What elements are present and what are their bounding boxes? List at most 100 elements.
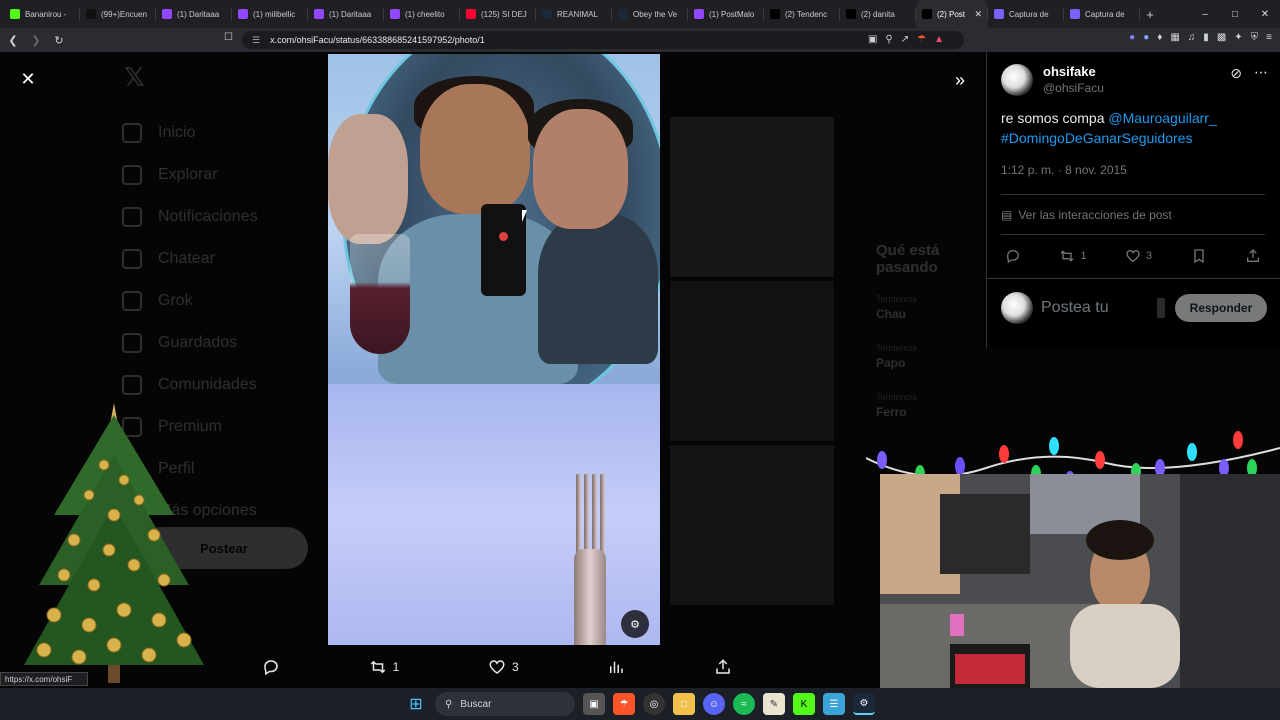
browser-tab[interactable]: (1) Daritaaa [308,0,384,28]
tweet-author[interactable]: ohsifake @ohsiFacu [1001,64,1104,96]
tweet-photo[interactable]: ⚙ [328,54,660,645]
like-button[interactable]: 3 [1125,248,1152,264]
image-alt-icon[interactable]: ⚙ [621,610,649,638]
x-logo-icon: 𝕏 [124,62,145,92]
browser-tab[interactable]: Bananirou - [4,0,80,28]
zoom-icon[interactable]: ⚲ [885,34,892,45]
bookmark-button[interactable] [1191,248,1207,264]
close-viewer-button[interactable]: ✕ [16,67,40,91]
like-button[interactable]: 3 [488,658,519,676]
file-explorer-icon[interactable]: □ [673,693,695,715]
brave-rewards-icon[interactable]: ▲ [934,34,944,45]
twitch-icon [694,9,704,19]
browser-tab[interactable]: Obey the Ve [612,0,688,28]
author-handle[interactable]: @ohsiFacu [1043,80,1104,96]
reply-input[interactable]: Postea tu [1041,299,1141,317]
back-icon[interactable]: ❮ [3,30,23,50]
notepad-icon[interactable]: ☰ [823,693,845,715]
views-button[interactable] [607,658,625,676]
reload-icon[interactable]: ↻ [49,30,69,50]
background-media-grid [670,117,834,609]
browser-tab[interactable]: (1) Daritaaa [156,0,232,28]
reply-button[interactable] [1005,248,1021,264]
browser-tab[interactable]: (2) danita [840,0,916,28]
kick-icon[interactable]: K [793,693,815,715]
cast-icon[interactable]: ▣ [868,34,877,45]
puzzle-icon[interactable]: ♦ [1157,32,1162,43]
app-icon[interactable]: ✎ [763,693,785,715]
collapse-panel-button[interactable]: » [948,68,972,92]
mention-link[interactable]: @Mauroaguilarr_ [1108,110,1216,126]
minimize-icon[interactable]: – [1190,0,1220,28]
browser-tab[interactable]: (2) Tendenc [764,0,840,28]
menu-icon[interactable]: ≡ [1266,32,1272,43]
divider [1001,194,1265,195]
x-icon [922,9,932,19]
avatar[interactable] [1001,64,1033,96]
share-button[interactable] [714,658,732,676]
divider [987,278,1280,279]
maximize-icon[interactable]: □ [1220,0,1250,28]
taskbar-search[interactable]: ⚲ Buscar [435,692,575,716]
retweet-button[interactable]: 1 [1059,248,1087,264]
photo-person [538,214,658,364]
hashtag-link[interactable]: #DomingoDeGanarSeguidores [1001,130,1192,146]
background-trends: Qué está pasando Tendencia Chau Tendencia P… [876,242,986,441]
browser-tab[interactable]: Captura de [988,0,1064,28]
site-settings-icon[interactable]: ☰ [252,35,260,46]
sidebar-icon[interactable]: ▮ [1203,32,1209,43]
reply-button[interactable] [262,658,280,676]
steam-icon[interactable]: ⚙ [853,693,875,715]
more-options-icon[interactable]: ⋯ [1254,64,1268,81]
photo-face [420,84,530,214]
browser-tab[interactable]: (1) milibellic [232,0,308,28]
wallet-icon[interactable]: ▩ [1217,32,1226,43]
brave-icon[interactable]: ☂ [613,693,635,715]
obs-icon[interactable]: ◎ [643,693,665,715]
tweet-timestamp[interactable]: 1:12 p. m. · 8 nov. 2015 [1001,163,1127,177]
media-action-bar: 1 3 [262,655,732,679]
spotify-icon[interactable]: ≈ [733,693,755,715]
tiktok-icon [86,9,96,19]
bookmark-icon[interactable]: ☐ [224,32,233,43]
grok-icon[interactable]: ⊘ [1230,65,1242,82]
browser-tab[interactable]: REANIMAL [536,0,612,28]
address-bar[interactable]: ☰ x.com/ohsiFacu/status/6633886852415979… [242,31,964,49]
trend-meta: Tendencia [876,392,918,402]
screenshot-icon[interactable]: ▦ [1170,32,1179,43]
view-interactions-link[interactable]: ▤ Ver las interacciones de post [1001,208,1172,222]
music-icon[interactable]: ♫ [1188,32,1196,43]
like-count: 3 [1146,250,1153,262]
close-tab-icon[interactable]: ✕ [974,9,982,20]
background-nav-label: Notificaciones [158,208,258,225]
windows-start-icon[interactable]: ⊞ [405,693,427,715]
leo-icon[interactable]: ✦ [1234,32,1242,43]
extension-icon[interactable]: ● [1143,32,1149,43]
author-display-name[interactable]: ohsifake [1043,64,1104,80]
new-tab-button[interactable]: + [1140,7,1160,22]
background-nav-label: Comunidades [158,376,257,393]
nav-icon [122,291,142,311]
browser-tab[interactable]: (125) SI DEJ [460,0,536,28]
browser-tab[interactable]: (1) PostMalo [688,0,764,28]
vpn-icon[interactable]: ⛨ [1251,32,1259,43]
retweet-count: 1 [392,660,400,674]
bookmark-icon [1193,249,1204,264]
share-button[interactable] [1245,248,1261,264]
close-icon[interactable]: ✕ [1250,0,1280,28]
browser-tab[interactable]: (1) cheelito [384,0,460,28]
reply-submit-button[interactable]: Responder [1175,294,1267,322]
extension-icon[interactable]: ● [1129,32,1135,43]
brave-shields-icon[interactable]: ☂ [917,34,926,45]
task-view-icon[interactable]: ▣ [583,693,605,715]
discord-icon[interactable]: ☺ [703,693,725,715]
share-icon[interactable]: ↗ [901,34,909,45]
browser-tab[interactable]: (2) Post ✕ [916,0,988,28]
scrollbar[interactable] [1157,298,1165,318]
forward-icon[interactable]: ❯ [26,30,46,50]
browser-tab[interactable]: Captura de [1064,0,1140,28]
retweet-icon [1060,250,1074,262]
avatar [1001,292,1033,324]
browser-tab[interactable]: (99+)Encuen [80,0,156,28]
retweet-button[interactable]: 1 [369,658,400,676]
